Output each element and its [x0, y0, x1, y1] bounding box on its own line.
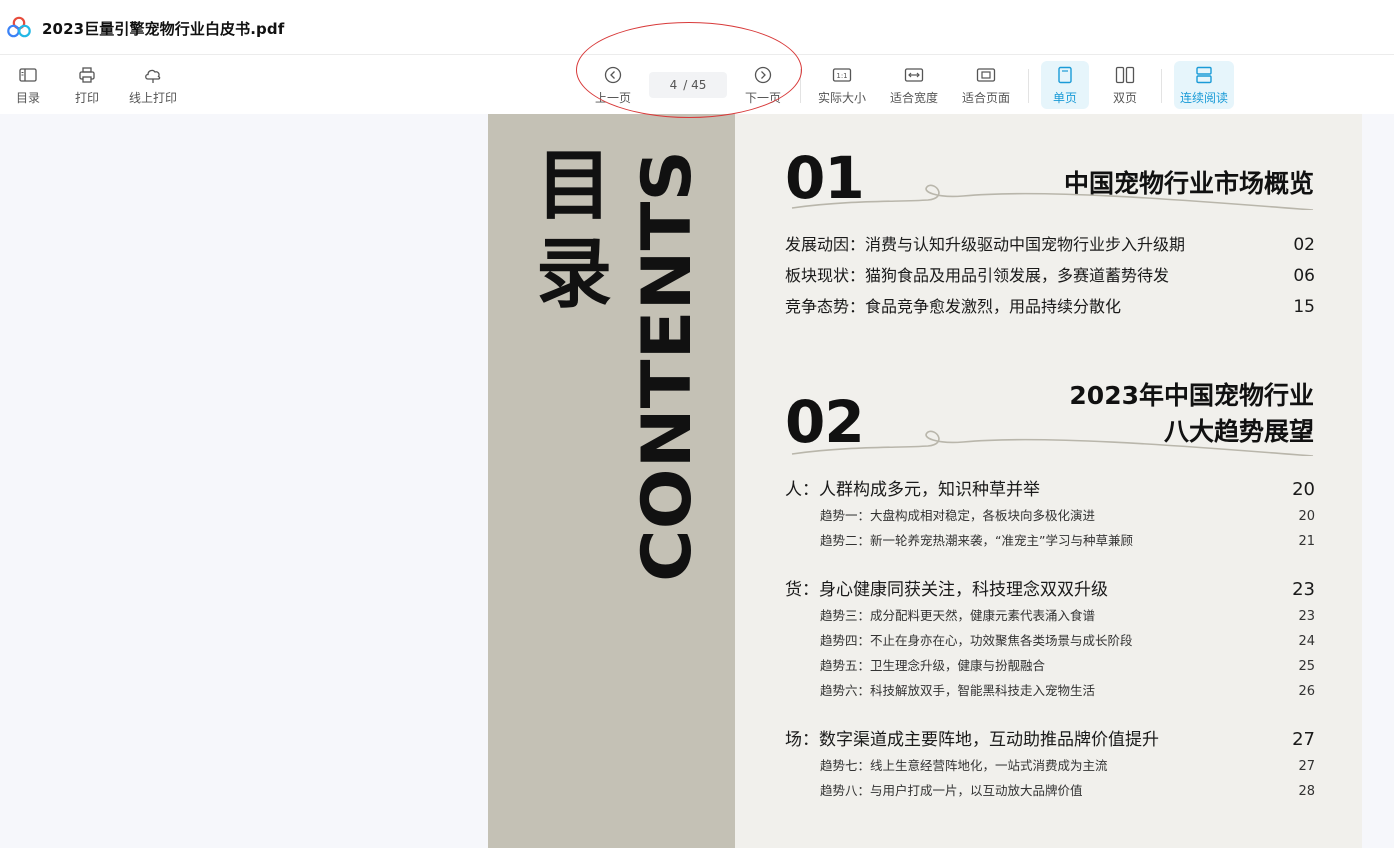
prev-page-button[interactable]: 上一页 — [592, 61, 634, 109]
toc-sub-page: 21 — [1298, 534, 1315, 549]
toc-group[interactable]: 场：数字渠道成主要阵地，互动助推品牌价值提升 27 — [785, 725, 1315, 750]
total-pages: / 45 — [683, 78, 707, 92]
print-label: 打印 — [74, 91, 99, 105]
next-page-button[interactable]: 下一页 — [742, 61, 784, 109]
decorative-squiggle — [791, 430, 1314, 456]
toc-sub-page: 25 — [1298, 659, 1315, 674]
toolbar-divider — [1028, 69, 1029, 103]
toc-sub-text: 趋势七：线上生意经营阵地化，一站式消费成为主流 — [820, 758, 1108, 773]
toc-entry-text: 板块现状：猫狗食品及用品引领发展，多赛道蓄势待发 — [785, 266, 1170, 285]
toc-sub-page: 28 — [1298, 784, 1315, 799]
document-viewer[interactable]: 目录 CONTENTS 01 中国宠物行业市场概览 发展动因：消费与认知升级驱动… — [0, 114, 1394, 848]
continuous-reading-icon — [1194, 65, 1214, 85]
toc-sub-entry[interactable]: 趋势四：不止在身亦在心，功效聚焦各类场景与成长阶段 24 — [820, 630, 1315, 649]
printer-icon — [77, 65, 97, 85]
toc-sub-entry[interactable]: 趋势八：与用户打成一片，以互动放大品牌价值 28 — [820, 780, 1315, 799]
cloud-icon — [143, 65, 163, 85]
toc-entry[interactable]: 竞争态势：食品竞争愈发激烈，用品持续分散化 15 — [785, 293, 1315, 317]
toolbar-divider — [1161, 69, 1162, 103]
toc-group-text: 货：身心健康同获关注，科技理念双双升级 — [785, 580, 1108, 600]
prev-page-label: 上一页 — [594, 91, 631, 105]
toc-entry-page: 02 — [1293, 235, 1315, 255]
fit-width-icon — [904, 65, 924, 85]
toc-entry-page: 06 — [1293, 266, 1315, 286]
double-page-label: 双页 — [1112, 91, 1137, 105]
current-page-input[interactable]: 4 — [670, 78, 678, 92]
toc-entry[interactable]: 发展动因：消费与认知升级驱动中国宠物行业步入升级期 02 — [785, 231, 1315, 255]
toc-entry-text: 发展动因：消费与认知升级驱动中国宠物行业步入升级期 — [785, 235, 1186, 254]
toc-button[interactable]: 目录 — [8, 61, 48, 109]
toc-group-page: 23 — [1292, 579, 1315, 600]
title-bar: 2023巨量引擎宠物行业白皮书.pdf — [0, 0, 1394, 55]
section-title-line: 2023年中国宠物行业 — [1069, 381, 1314, 410]
toc-sub-entry[interactable]: 趋势五：卫生理念升级，健康与扮靓融合 25 — [820, 655, 1315, 674]
toolbar-divider — [800, 69, 801, 103]
toc-group-text: 场：数字渠道成主要阵地，互动助推品牌价值提升 — [785, 730, 1159, 750]
toc-entry[interactable]: 板块现状：猫狗食品及用品引领发展，多赛道蓄势待发 06 — [785, 262, 1315, 286]
actual-size-label: 实际大小 — [817, 91, 866, 105]
toc-sub-page: 26 — [1298, 684, 1315, 699]
double-page-button[interactable]: 双页 — [1103, 61, 1147, 109]
toc-group[interactable]: 货：身心健康同获关注，科技理念双双升级 23 — [785, 575, 1315, 600]
toc-icon — [18, 65, 38, 85]
toc-sub-text: 趋势一：大盘构成相对稳定，各板块向多极化演进 — [820, 508, 1096, 523]
online-print-button[interactable]: 线上打印 — [124, 61, 182, 109]
online-print-label: 线上打印 — [128, 91, 177, 105]
document-title: 2023巨量引擎宠物行业白皮书.pdf — [42, 20, 285, 38]
decorative-squiggle — [791, 184, 1314, 210]
contents-vertical-text: CONTENTS — [633, 150, 703, 582]
toolbar: 目录 打印 线上打印 上一页 4 / 45 下一页 1:1 实际大小 适合宽度 … — [0, 55, 1394, 114]
fit-page-icon — [976, 65, 996, 85]
toc-label: 目录 — [15, 91, 40, 105]
chevron-left-circle-icon — [603, 65, 623, 85]
toc-sub-text: 趋势三：成分配料更天然，健康元素代表涌入食谱 — [820, 608, 1096, 623]
toc-sub-text: 趋势二：新一轮养宠热潮来袭，“准宠主”学习与种草兼顾 — [820, 533, 1133, 548]
toc-sub-entry[interactable]: 趋势三：成分配料更天然，健康元素代表涌入食谱 23 — [820, 605, 1315, 624]
chevron-right-circle-icon — [753, 65, 773, 85]
single-page-icon — [1055, 65, 1075, 85]
toc-sub-page: 24 — [1298, 634, 1315, 649]
toc-group-page: 20 — [1292, 479, 1315, 500]
toc-sub-entry[interactable]: 趋势二：新一轮养宠热潮来袭，“准宠主”学习与种草兼顾 21 — [820, 530, 1315, 549]
contents-vertical-heading: CONTENTS — [633, 150, 703, 582]
print-button[interactable]: 打印 — [67, 61, 107, 109]
toc-sub-entry[interactable]: 趋势六：科技解放双手，智能黑科技走入宠物生活 26 — [820, 680, 1315, 699]
pdf-page: 目录 CONTENTS 01 中国宠物行业市场概览 发展动因：消费与认知升级驱动… — [488, 114, 1362, 848]
mulu-heading: 目录 — [536, 141, 612, 318]
toc-group-page: 27 — [1292, 729, 1315, 750]
single-page-label: 单页 — [1052, 91, 1077, 105]
fit-page-label: 适合页面 — [961, 91, 1010, 105]
toc-sub-page: 20 — [1298, 509, 1315, 524]
toc-entry-text: 竞争态势：食品竞争愈发激烈，用品持续分散化 — [785, 297, 1122, 316]
toc-sub-text: 趋势六：科技解放双手，智能黑科技走入宠物生活 — [820, 683, 1096, 698]
fit-width-button[interactable]: 适合宽度 — [886, 61, 942, 109]
actual-size-icon: 1:1 — [832, 65, 852, 85]
toc-entry-page: 15 — [1293, 297, 1315, 317]
toc-sub-text: 趋势四：不止在身亦在心，功效聚焦各类场景与成长阶段 — [820, 633, 1133, 648]
single-page-button[interactable]: 单页 — [1041, 61, 1089, 109]
toc-sub-page: 27 — [1298, 759, 1315, 774]
continuous-reading-label: 连续阅读 — [1179, 91, 1228, 105]
fit-page-button[interactable]: 适合页面 — [958, 61, 1014, 109]
page-number-field[interactable]: 4 / 45 — [649, 72, 727, 98]
actual-size-button[interactable]: 1:1 实际大小 — [814, 61, 870, 109]
toc-group-text: 人：人群构成多元，知识种草并举 — [785, 480, 1040, 500]
fit-width-label: 适合宽度 — [889, 91, 938, 105]
toc-group[interactable]: 人：人群构成多元，知识种草并举 20 — [785, 475, 1315, 500]
double-page-icon — [1115, 65, 1135, 85]
toc-sub-text: 趋势五：卫生理念升级，健康与扮靓融合 — [820, 658, 1046, 673]
contents-side-band: 目录 CONTENTS — [488, 114, 735, 848]
toc-sub-entry[interactable]: 趋势一：大盘构成相对稳定，各板块向多极化演进 20 — [820, 505, 1315, 524]
toc-sub-entry[interactable]: 趋势七：线上生意经营阵地化，一站式消费成为主流 27 — [820, 755, 1315, 774]
toc-sub-text: 趋势八：与用户打成一片，以互动放大品牌价值 — [820, 783, 1083, 798]
continuous-reading-button[interactable]: 连续阅读 — [1174, 61, 1234, 109]
app-logo-icon — [7, 16, 31, 38]
actual-size-glyph: 1:1 — [836, 72, 847, 80]
toc-sub-page: 23 — [1298, 609, 1315, 624]
next-page-label: 下一页 — [744, 91, 781, 105]
